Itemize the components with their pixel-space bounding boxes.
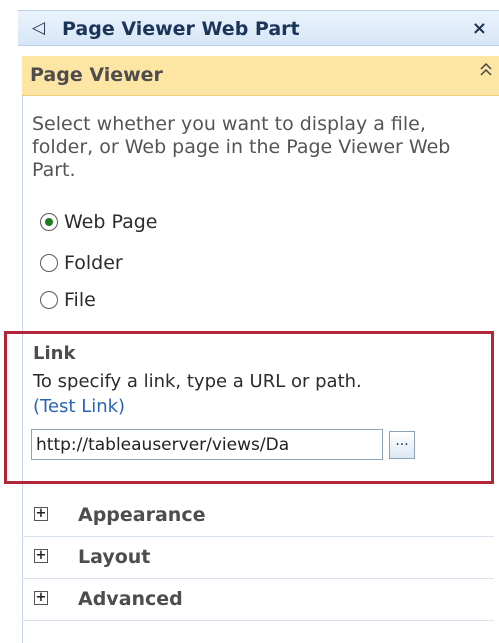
section-description: Select whether you want to display a fil… (32, 113, 451, 181)
double-chevron-up-icon[interactable] (479, 62, 493, 83)
web-part-header: ◁ Page Viewer Web Part × (18, 10, 499, 46)
section-label-appearance: Appearance (78, 504, 206, 526)
radio-file[interactable] (40, 291, 58, 309)
option-file[interactable]: File (40, 286, 96, 314)
link-description: To specify a link, type a URL or path. (33, 371, 362, 392)
option-web-page[interactable]: Web Page (40, 208, 157, 236)
section-advanced[interactable]: + Advanced (22, 581, 494, 621)
url-input[interactable] (31, 429, 383, 460)
web-part-title: Page Viewer Web Part (62, 18, 300, 40)
test-link[interactable]: (Test Link) (33, 396, 125, 417)
collapse-left-arrow-icon[interactable]: ◁ (32, 18, 45, 38)
radio-folder[interactable] (40, 254, 58, 272)
radio-label-web-page: Web Page (64, 211, 158, 233)
expand-plus-icon[interactable]: + (34, 507, 48, 521)
radio-web-page[interactable] (40, 213, 58, 231)
radio-label-file: File (64, 289, 96, 311)
section-label-advanced: Advanced (78, 588, 183, 610)
expand-plus-icon[interactable]: + (34, 549, 48, 563)
browse-button[interactable]: ... (389, 431, 415, 459)
close-icon[interactable]: × (472, 18, 487, 39)
section-title: Page Viewer (30, 64, 163, 86)
expand-plus-icon[interactable]: + (34, 591, 48, 605)
section-appearance[interactable]: + Appearance (22, 497, 494, 537)
link-title: Link (33, 343, 76, 364)
section-label-layout: Layout (78, 546, 151, 568)
double-chevron-up-svg (480, 62, 492, 76)
page-viewer-section-header[interactable]: Page Viewer (22, 56, 499, 96)
option-folder[interactable]: Folder (40, 249, 123, 277)
radio-label-folder: Folder (64, 252, 123, 274)
section-layout[interactable]: + Layout (22, 539, 494, 579)
